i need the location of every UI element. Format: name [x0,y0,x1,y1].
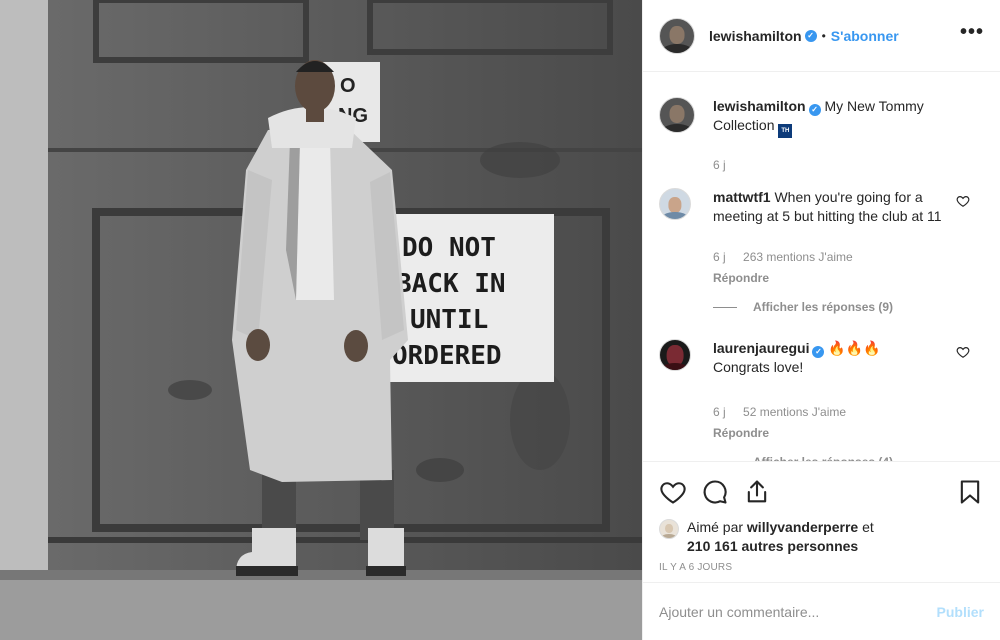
tommy-emoji-label: TH [781,128,790,134]
author-info: lewishamilton ✓ • S'abonner [709,28,899,44]
comment-meta: 6 j 52 mentions J'aime Répondre [713,403,943,443]
comment-like-heart-icon[interactable] [956,194,970,208]
comment-text-block: mattwtf1 When you're going for a meeting… [713,188,943,317]
photo-illustration: O NG DO NOT BACK IN UNTIL ORDERED [0,0,642,640]
liked-by-text: Aimé par willyvanderperre et 210 161 aut… [687,518,874,556]
publish-button[interactable]: Publier [937,604,984,620]
action-icons [659,472,984,512]
comment-time[interactable]: 6 j [713,250,726,264]
comment-username[interactable]: laurenjauregui [713,340,809,356]
comment-username[interactable]: mattwtf1 [713,189,771,205]
post-actions: Aimé par willyvanderperre et 210 161 aut… [643,461,1000,573]
comment-like-heart-icon[interactable] [956,345,970,359]
share-icon[interactable] [743,478,771,506]
left-wall [0,0,48,640]
sign-line-1: DO NOT [402,233,496,263]
verified-badge-icon: ✓ [812,346,825,358]
comment-meta: 6 j 263 mentions J'aime Répondre [713,248,943,288]
comment-likes-count[interactable]: 52 mentions J'aime [743,405,846,419]
verified-badge-icon: ✓ [804,29,817,42]
liked-mid: et [858,519,874,535]
caption-avatar[interactable] [659,97,695,133]
liker-avatar[interactable] [659,519,679,539]
view-replies-button[interactable]: Afficher les réponses (9) [713,298,943,317]
view-replies-button[interactable]: Afficher les réponses (4) [713,453,943,461]
sign-line-3: UNTIL [410,305,488,335]
view-replies-label: Afficher les réponses (4) [753,453,893,461]
comment-row: laurenjauregui ✓ 🔥🔥🔥 Congrats love! 6 j 5… [659,339,984,461]
sign-line-4: ORDERED [392,341,502,371]
more-options-icon[interactable]: ••• [960,22,984,45]
comment-text: Congrats love! [713,359,804,375]
reply-button[interactable]: Répondre [713,424,943,443]
replies-line [713,307,737,308]
top-sign-line-1: O [340,75,356,97]
add-comment-bar: Publier [643,582,1000,640]
fire-emoji: 🔥🔥🔥 [828,340,881,356]
post-header: lewishamilton ✓ • S'abonner ••• [643,0,1000,72]
bookmark-icon[interactable] [956,478,984,506]
liked-by: Aimé par willyvanderperre et 210 161 aut… [659,518,984,556]
comment-icon[interactable] [701,478,729,506]
comments-list[interactable]: lewishamilton ✓ My New Tommy Collection T… [643,73,1000,461]
post-details-panel: lewishamilton ✓ • S'abonner ••• lewisham… [642,0,1000,640]
post-photo[interactable]: O NG DO NOT BACK IN UNTIL ORDERED [0,0,642,640]
liker-username[interactable]: willyvanderperre [747,519,858,535]
comment-text-block: laurenjauregui ✓ 🔥🔥🔥 Congrats love! 6 j 5… [713,339,943,461]
author-username[interactable]: lewishamilton [709,28,802,44]
liked-prefix: Aimé par [687,519,747,535]
tommy-emoji-icon: TH [778,124,793,138]
comment-row: mattwtf1 When you're going for a meeting… [659,188,984,317]
follow-button[interactable]: S'abonner [831,28,899,44]
likes-count[interactable]: 210 161 autres personnes [687,538,858,554]
separator-dot: • [821,28,826,43]
posted-time[interactable]: IL Y A 6 JOURS [659,562,984,573]
reply-button[interactable]: Répondre [713,269,943,288]
view-replies-label: Afficher les réponses (9) [753,300,894,314]
sign-line-2: BACK IN [396,269,506,299]
commenter-avatar[interactable] [659,339,691,371]
heart-icon[interactable] [659,478,687,506]
author-avatar[interactable] [659,17,695,54]
caption-row: lewishamilton ✓ My New Tommy Collection T… [659,97,984,138]
caption-username[interactable]: lewishamilton [713,98,806,114]
add-comment-input[interactable] [659,603,937,620]
comment-likes-count[interactable]: 263 mentions J'aime [743,250,853,264]
dock-floor [0,570,642,640]
caption-text-block: lewishamilton ✓ My New Tommy Collection T… [713,97,943,138]
commenter-avatar[interactable] [659,188,691,220]
verified-badge-icon: ✓ [808,104,821,116]
comment-time[interactable]: 6 j [713,405,726,419]
caption-time: 6 j [713,158,726,172]
